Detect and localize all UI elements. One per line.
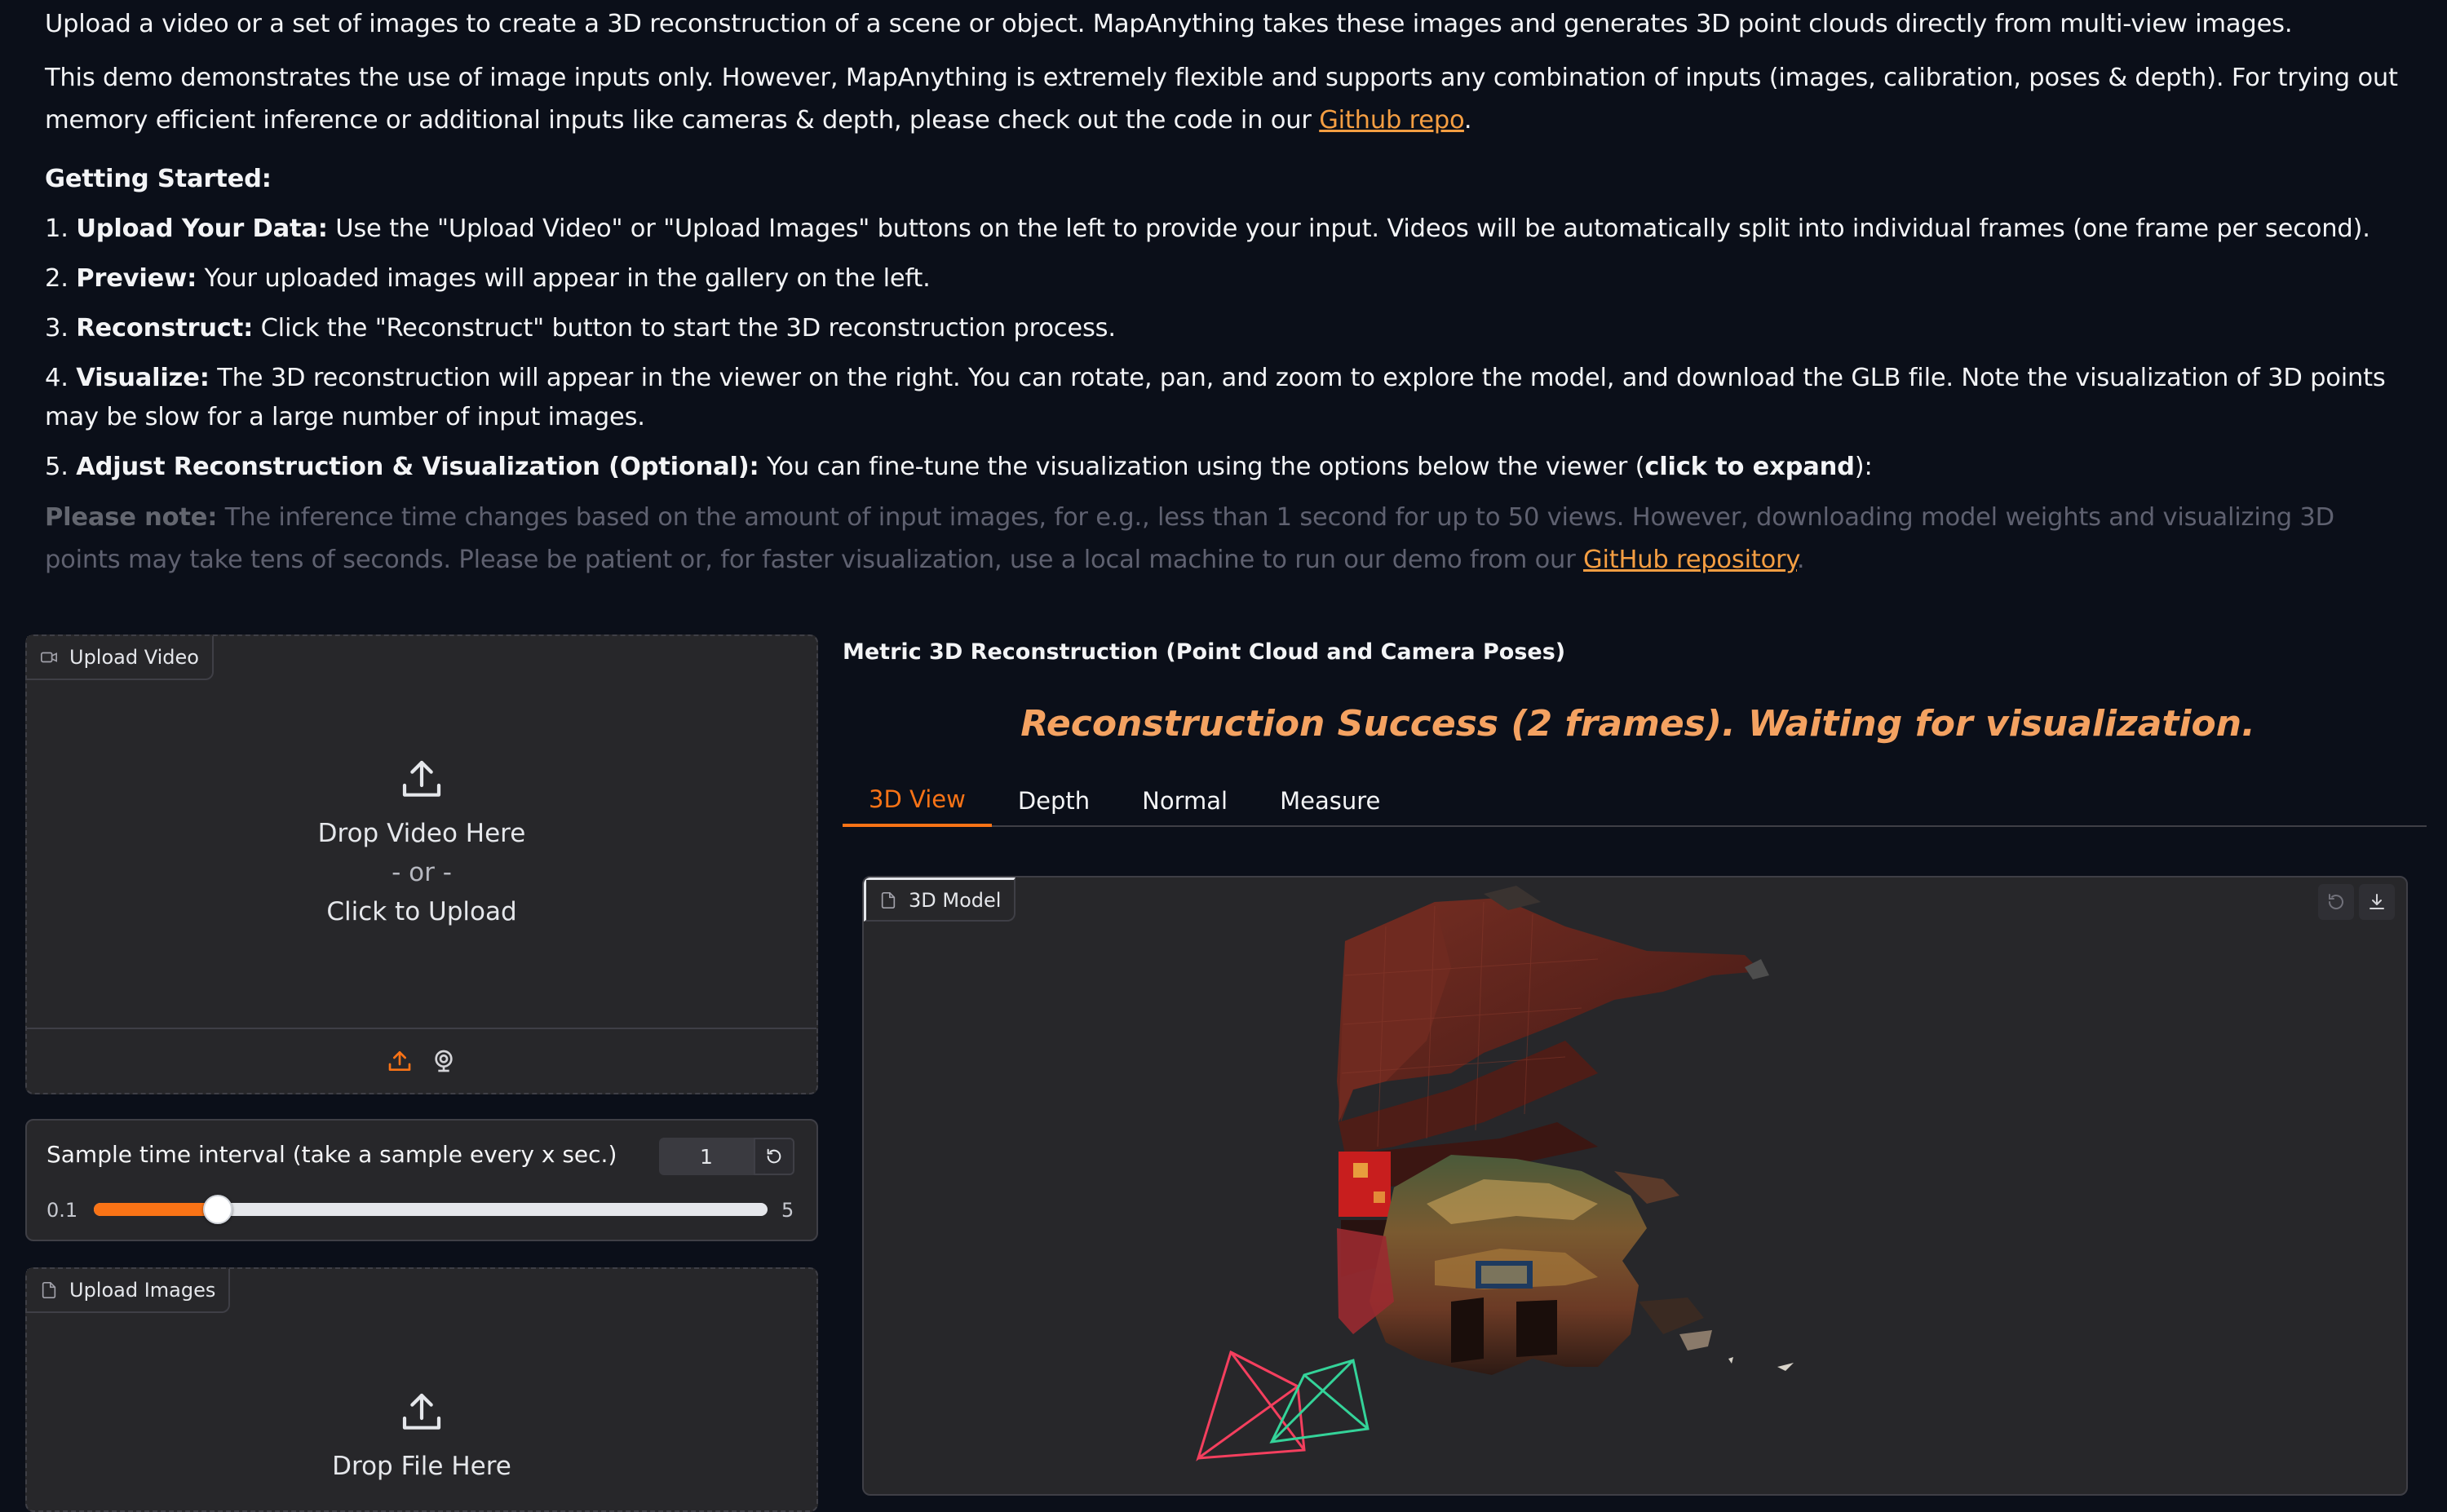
sample-interval-input[interactable]: 1 [659, 1138, 754, 1175]
github-repository-link[interactable]: GitHub repository [1583, 546, 1797, 574]
tab-3d-view[interactable]: 3D View [843, 775, 992, 827]
upload-icon [402, 760, 441, 797]
download-button[interactable] [2359, 884, 2395, 920]
file-icon [42, 1282, 56, 1298]
3d-model-tag: 3D Model [864, 878, 1016, 922]
step-adjust: 5. Adjust Reconstruction & Visualization… [45, 453, 1873, 481]
tab-measure[interactable]: Measure [1254, 775, 1406, 827]
model-toolbar [2318, 884, 2395, 920]
section-title: Metric 3D Reconstruction (Point Cloud an… [843, 639, 1566, 665]
slider-thumb[interactable] [203, 1195, 232, 1224]
upload-video-label: Upload Video [69, 646, 199, 669]
slider-fill [94, 1203, 218, 1216]
sample-interval-panel: Sample time interval (take a sample ever… [25, 1119, 818, 1241]
github-repo-link[interactable]: Github repo [1319, 106, 1464, 135]
tab-normal[interactable]: Normal [1116, 775, 1254, 827]
step-visualize: 4. Visualize: The 3D reconstruction will… [45, 364, 2386, 431]
upload-source-icon[interactable] [387, 1048, 413, 1074]
step-preview: 2. Preview: Your uploaded images will ap… [45, 264, 931, 293]
video-drop-zone[interactable]: Drop Video Here - or - Click to Upload [27, 757, 816, 931]
undo-view-button[interactable] [2318, 884, 2354, 920]
intro-section: Upload a video or a set of images to cre… [45, 5, 2414, 581]
webcam-source-icon[interactable] [431, 1048, 457, 1074]
video-camera-icon [41, 652, 57, 663]
3d-model-label: 3D Model [909, 888, 1002, 912]
slider-min-label: 0.1 [46, 1199, 78, 1222]
intro-paragraph: Upload a video or a set of images to cre… [45, 10, 2293, 38]
performance-note: Please note: The inference time changes … [45, 503, 2334, 574]
or-separator: - or - [392, 858, 452, 887]
reset-button[interactable] [754, 1138, 794, 1175]
3d-model-viewer[interactable]: 3D Model [862, 876, 2408, 1496]
slider-max-label: 5 [781, 1199, 794, 1222]
upload-images-tag: Upload Images [27, 1269, 231, 1313]
reset-icon [767, 1148, 781, 1164]
step-upload: 1. Upload Your Data: Use the "Upload Vid… [45, 214, 2370, 243]
upload-icon [402, 1393, 441, 1430]
video-source-bar [27, 1028, 816, 1093]
intro-paragraph-inputs: This demo demonstrates the use of image … [45, 64, 2398, 135]
inputs-text: This demo demonstrates the use of image … [45, 64, 2398, 135]
upload-video-panel[interactable]: Upload Video Drop Video Here - or - Clic… [25, 634, 818, 1094]
point-cloud-render[interactable] [864, 878, 2408, 1496]
status-message: Reconstruction Success (2 frames). Waiti… [1020, 703, 2255, 745]
click-to-upload-text: Click to Upload [326, 897, 517, 926]
upload-images-label: Upload Images [69, 1279, 216, 1302]
tab-depth[interactable]: Depth [992, 775, 1116, 827]
drop-file-text: Drop File Here [332, 1452, 511, 1481]
undo-icon [2328, 894, 2343, 909]
file-icon [881, 891, 896, 909]
sample-interval-slider[interactable] [94, 1195, 768, 1224]
getting-started-heading: Getting Started: [45, 165, 272, 193]
upload-video-tag: Upload Video [27, 636, 214, 680]
sample-interval-label: Sample time interval (take a sample ever… [46, 1141, 617, 1168]
download-icon [2370, 894, 2384, 909]
upload-images-panel[interactable]: Upload Images Drop File Here [25, 1267, 818, 1512]
viewer-tabs: 3D View Depth Normal Measure [843, 775, 2427, 827]
drop-video-text: Drop Video Here [317, 819, 526, 848]
images-drop-zone[interactable]: Drop File Here [27, 1390, 816, 1486]
step-reconstruct: 3. Reconstruct: Click the "Reconstruct" … [45, 314, 1116, 343]
